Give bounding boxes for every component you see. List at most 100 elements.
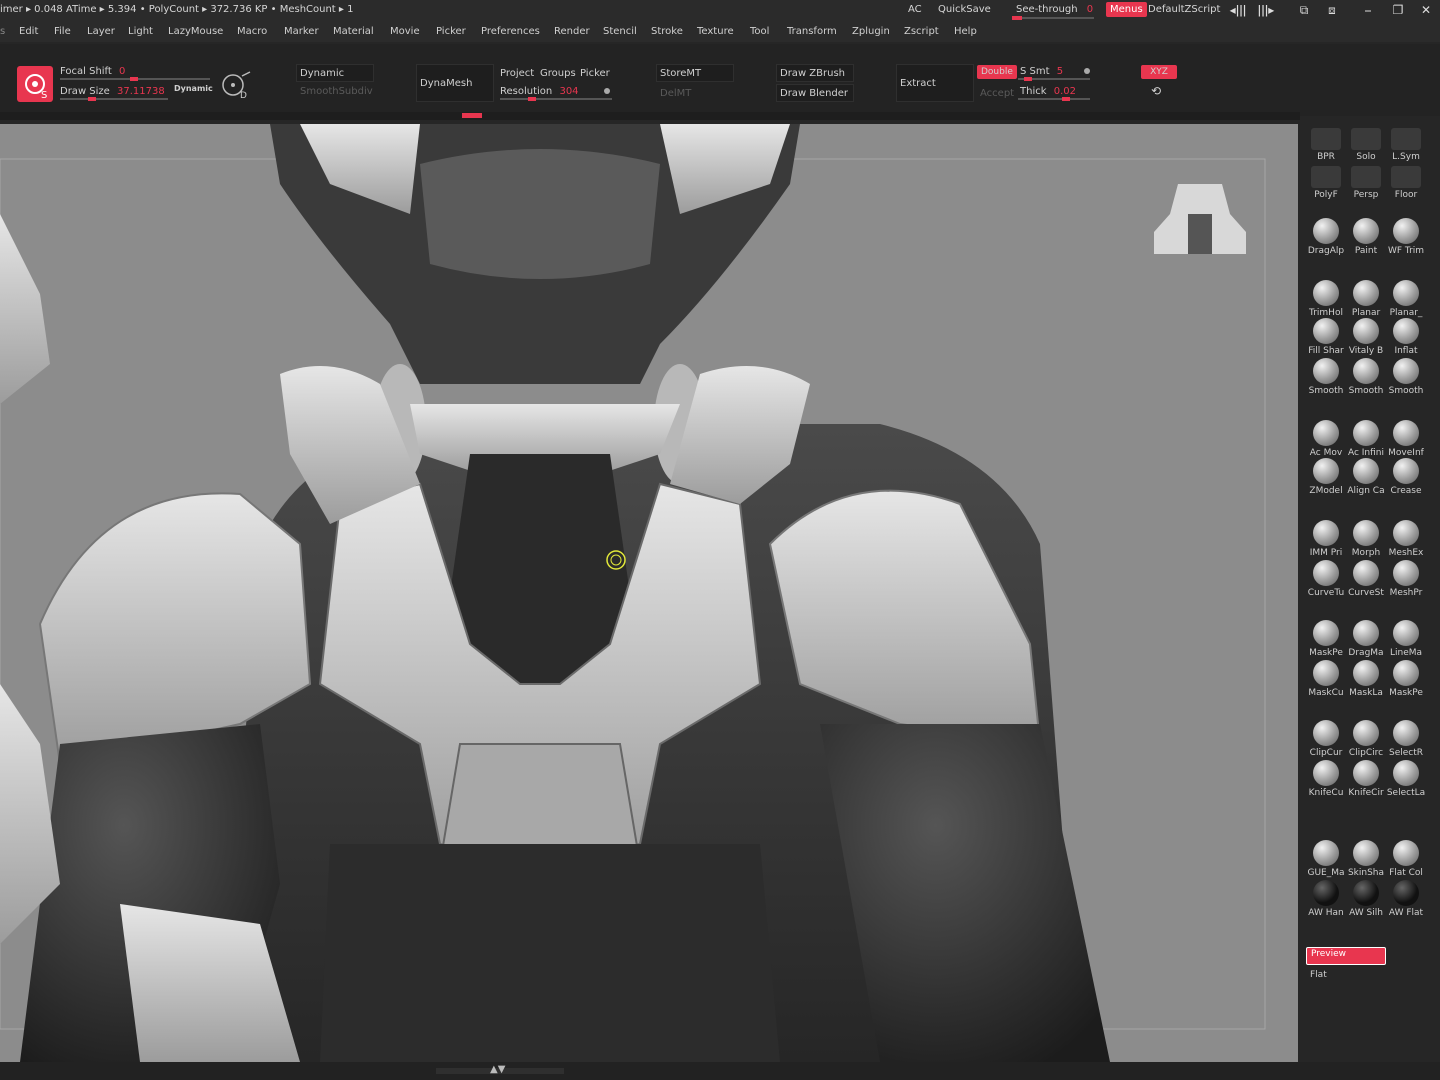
ac-button[interactable]: AC (908, 4, 922, 15)
menu-light[interactable]: Light (128, 26, 153, 37)
brush-tile[interactable]: Fill Shar (1306, 318, 1346, 356)
shelf-top-button-5[interactable]: Floor (1386, 166, 1426, 200)
brightness-up-icon[interactable]: ǀǀǀ▸ (1256, 3, 1276, 17)
quicksave-button[interactable]: QuickSave (938, 4, 991, 15)
menu-layer[interactable]: Layer (87, 26, 115, 37)
storemt-button[interactable]: StoreMT (660, 68, 701, 79)
brush-tile[interactable]: Smooth (1346, 358, 1386, 396)
smooth-subdiv-button[interactable]: SmoothSubdiv (300, 86, 373, 97)
brush-tile[interactable]: KnifeCu (1306, 760, 1346, 798)
close-icon[interactable]: ✕ (1416, 3, 1436, 17)
menu-scroll-icon[interactable]: s (0, 26, 5, 37)
brush-tile[interactable]: LineMa (1386, 620, 1426, 658)
menu-movie[interactable]: Movie (390, 26, 420, 37)
shelf-top-button-0[interactable]: BPR (1306, 128, 1346, 162)
dynamesh-button[interactable]: DynaMesh (420, 78, 472, 89)
brush-tile[interactable]: ZModel (1306, 458, 1346, 496)
see-through-slider[interactable]: See-through 0 (1016, 4, 1093, 15)
brush-tile[interactable]: Ac Infini (1346, 420, 1386, 458)
delmt-button[interactable]: DelMT (660, 88, 691, 99)
menu-transform[interactable]: Transform (787, 26, 837, 37)
brush-tile[interactable]: Vitaly B (1346, 318, 1386, 356)
menu-picker[interactable]: Picker (436, 26, 466, 37)
brush-tile[interactable]: Align Ca (1346, 458, 1386, 496)
brush-tile[interactable]: AW Flat (1386, 880, 1426, 918)
accept-button[interactable]: Accept (980, 88, 1014, 99)
extract-button[interactable]: Extract (900, 78, 936, 89)
menu-marker[interactable]: Marker (284, 26, 319, 37)
brush-tile[interactable]: Paint (1346, 218, 1386, 256)
project-toggle[interactable]: Project (500, 68, 534, 79)
maximize-icon[interactable]: ❐ (1388, 3, 1408, 17)
brush-tile[interactable]: SelectR (1386, 720, 1426, 758)
brush-icon-button[interactable]: S (17, 66, 53, 102)
brush-tile[interactable]: Smooth (1386, 358, 1426, 396)
brush-tile[interactable]: Flat Col (1386, 840, 1426, 878)
menu-tool[interactable]: Tool (750, 26, 769, 37)
picker-toggle[interactable]: Picker (580, 68, 610, 79)
dynamic-brush-icon[interactable]: D (220, 70, 252, 101)
brush-tile[interactable]: MeshPr (1386, 560, 1426, 598)
brush-tile[interactable]: Inflat (1386, 318, 1426, 356)
menu-help[interactable]: Help (954, 26, 977, 37)
draw-size-slider[interactable]: Draw Size 37.11738 (60, 86, 165, 97)
shelf-top-button-1[interactable]: Solo (1346, 128, 1386, 162)
shelf-top-button-4[interactable]: Persp (1346, 166, 1386, 200)
brush-tile[interactable]: SkinSha (1346, 840, 1386, 878)
focal-shift-track[interactable] (60, 77, 210, 81)
menu-macro[interactable]: Macro (237, 26, 267, 37)
groups-toggle[interactable]: Groups (540, 68, 576, 79)
brush-tile[interactable]: IMM Pri (1306, 520, 1346, 558)
brush-tile[interactable]: ClipCirc (1346, 720, 1386, 758)
menu-texture[interactable]: Texture (697, 26, 734, 37)
brush-tile[interactable]: KnifeCir (1346, 760, 1386, 798)
preview-toggle[interactable]: Preview (1306, 947, 1386, 965)
brush-tile[interactable]: SelectLa (1386, 760, 1426, 798)
resolution-slider[interactable]: Resolution 304 (500, 86, 579, 97)
flat-button[interactable]: Flat (1310, 970, 1327, 980)
xyz-symmetry-toggle[interactable]: XYZ (1141, 65, 1177, 79)
focal-shift-slider[interactable]: Focal Shift 0 (60, 66, 125, 77)
menu-render[interactable]: Render (554, 26, 590, 37)
brush-tile[interactable]: DragMa (1346, 620, 1386, 658)
brush-tile[interactable]: Crease (1386, 458, 1426, 496)
brush-tile[interactable]: Ac Mov (1306, 420, 1346, 458)
dynamic-toggle-small[interactable]: Dynamic (174, 84, 213, 93)
s-smt-slider[interactable]: S Smt 5 (1020, 66, 1063, 77)
menu-material[interactable]: Material (333, 26, 374, 37)
thick-track[interactable] (1018, 97, 1090, 101)
menu-lazymouse[interactable]: LazyMouse (168, 26, 223, 37)
layout-alt-icon[interactable]: ⧈ (1322, 3, 1342, 18)
brush-tile[interactable]: TrimHol (1306, 280, 1346, 318)
menu-stencil[interactable]: Stencil (603, 26, 637, 37)
minimize-icon[interactable]: ⎯ (1358, 3, 1378, 18)
menu-file[interactable]: File (54, 26, 71, 37)
dynamic-button[interactable]: Dynamic (300, 68, 344, 79)
draw-blender-button[interactable]: Draw Blender (780, 88, 848, 99)
menu-preferences[interactable]: Preferences (481, 26, 540, 37)
menu-edit[interactable]: Edit (19, 26, 38, 37)
draw-size-track[interactable] (60, 97, 168, 101)
menu-stroke[interactable]: Stroke (651, 26, 683, 37)
brush-tile[interactable]: MaskCu (1306, 660, 1346, 698)
brush-tile[interactable]: CurveTu (1306, 560, 1346, 598)
s-smt-track[interactable] (1018, 77, 1090, 81)
brush-tile[interactable]: Smooth (1306, 358, 1346, 396)
menu-zscript[interactable]: Zscript (904, 26, 939, 37)
see-through-track[interactable] (1012, 16, 1094, 20)
brush-tile[interactable]: MoveInf (1386, 420, 1426, 458)
thick-slider[interactable]: Thick 0.02 (1020, 86, 1076, 97)
brush-tile[interactable]: MaskPe (1386, 660, 1426, 698)
brush-tile[interactable]: DragAlp (1306, 218, 1346, 256)
brush-tile[interactable]: AW Han (1306, 880, 1346, 918)
brush-tile[interactable]: ClipCur (1306, 720, 1346, 758)
shelf-top-button-3[interactable]: PolyF (1306, 166, 1346, 200)
rotate-icon[interactable]: ⟲ (1151, 84, 1161, 98)
brush-tile[interactable]: CurveSt (1346, 560, 1386, 598)
expand-arrows-icon[interactable]: ▲▼ (490, 1064, 505, 1075)
brush-tile[interactable]: WF Trim (1386, 218, 1426, 256)
brush-tile[interactable]: MeshEx (1386, 520, 1426, 558)
brush-tile[interactable]: AW Silh (1346, 880, 1386, 918)
brush-tile[interactable]: MaskPe (1306, 620, 1346, 658)
layout-icon[interactable]: ⧉ (1294, 3, 1314, 18)
